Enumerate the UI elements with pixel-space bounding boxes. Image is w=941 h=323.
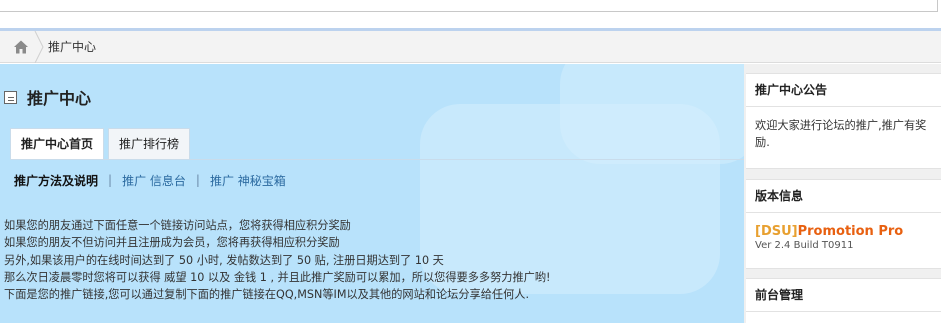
document-icon — [4, 90, 17, 104]
breadcrumb-current[interactable]: 推广中心 — [48, 31, 96, 63]
background-pattern — [560, 64, 744, 164]
admin-panel: 前台管理 — [746, 278, 941, 323]
subnav-link-treasure[interactable]: 推广 神秘宝箱 — [210, 172, 286, 189]
promotion-description: 如果您的朋友通过下面任意一个链接访问站点，您将获得相应积分奖励 如果您的朋友不但… — [4, 217, 734, 303]
description-line: 下面是您的推广链接,您可以通过复制下面的推广链接在QQ,MSN等IM以及其他的网… — [4, 288, 530, 302]
tab-bar: 推广中心首页 推广排行榜 — [10, 128, 194, 160]
chevron-right-icon — [34, 31, 44, 63]
subnav-link-info[interactable]: 推广 信息台 — [122, 172, 186, 189]
description-line: 那么次日凌晨零时您将可以获得 威望 10 以及 金钱 1 , 并且此推广奖励可以… — [4, 270, 551, 284]
product-name[interactable]: [DSU]Promotion Pro — [755, 223, 932, 240]
version-body: [DSU]Promotion Pro Ver 2.4 Build T0911 — [746, 213, 941, 260]
notice-body: 欢迎大家进行论坛的推广,推广有奖励. — [755, 119, 927, 149]
product-bracket: [DSU] — [755, 224, 798, 239]
product-build: Ver 2.4 Build T0911 — [755, 240, 854, 251]
description-line: 如果您的朋友通过下面任意一个链接访问站点，您将获得相应积分奖励 — [4, 219, 351, 232]
main-content: 推广中心 推广中心首页 推广排行榜 推广方法及说明 | 推广 信息台 | 推广 … — [0, 64, 744, 323]
version-title: 版本信息 — [746, 180, 941, 213]
product-title: Promotion Pro — [797, 224, 904, 239]
tab-promotion-ranking[interactable]: 推广排行榜 — [108, 128, 191, 160]
subnav-separator: | — [195, 173, 200, 187]
sidebar: 推广中心公告 欢迎大家进行论坛的推广,推广有奖励. 版本信息 [DSU]Prom… — [744, 64, 941, 323]
page-title: 推广中心 — [27, 89, 92, 108]
tab-promotion-home[interactable]: 推广中心首页 — [10, 128, 105, 160]
sub-navigation: 推广方法及说明 | 推广 信息台 | 推广 神秘宝箱 — [14, 171, 296, 189]
top-strip — [0, 0, 941, 30]
page-header: 推广中心 — [4, 86, 91, 108]
top-search-input[interactable] — [0, 0, 938, 12]
description-line: 另外,如果该用户的在线时间达到了 50 小时, 发帖数达到了 50 贴, 注册日… — [4, 253, 444, 267]
tab-underline — [10, 159, 744, 160]
version-panel: 版本信息 [DSU]Promotion Pro Ver 2.4 Build T0… — [746, 179, 941, 269]
subnav-current[interactable]: 推广方法及说明 — [14, 172, 98, 189]
breadcrumb: 推广中心 — [0, 31, 941, 63]
admin-title[interactable]: 前台管理 — [746, 279, 941, 312]
home-icon[interactable] — [5, 35, 37, 59]
notice-panel: 推广中心公告 欢迎大家进行论坛的推广,推广有奖励. — [746, 73, 941, 169]
notice-title: 推广中心公告 — [746, 74, 941, 107]
description-line: 如果您的朋友不但访问并且注册成为会员，您将再获得相应积分奖励 — [4, 236, 340, 250]
subnav-separator: | — [108, 173, 113, 187]
